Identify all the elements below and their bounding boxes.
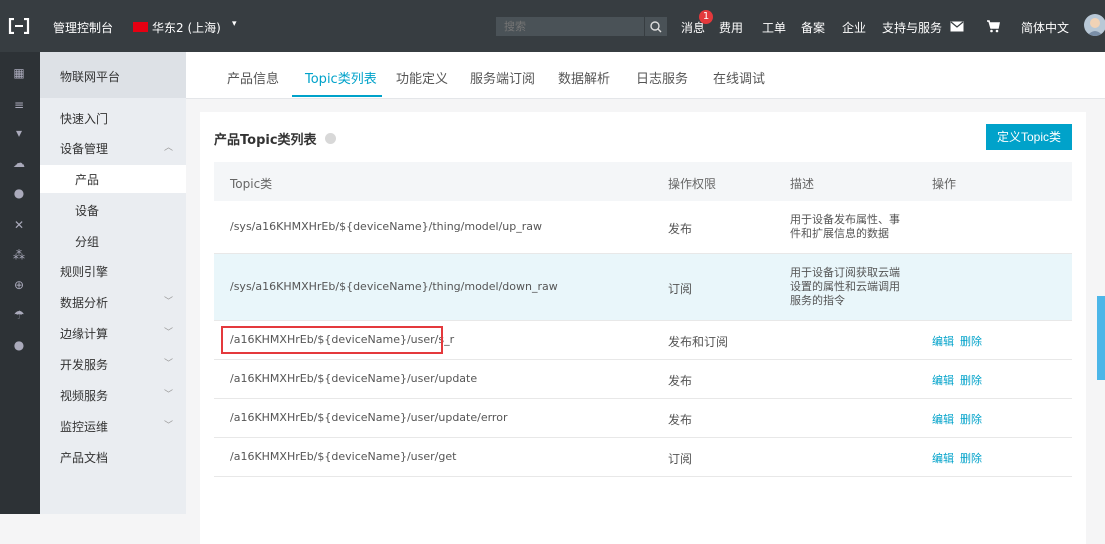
avatar[interactable] <box>1084 14 1105 36</box>
chevron-down-icon[interactable]: ﹀ <box>164 387 173 400</box>
chevron-down-icon[interactable]: ▾ <box>232 19 237 29</box>
console-link[interactable]: 管理控制台 <box>53 19 113 36</box>
sidebar-active-bg <box>40 165 186 193</box>
sidebar-item-edge-computing[interactable]: 边缘计算 <box>60 325 108 342</box>
support-link[interactable]: 支持与服务 <box>882 19 942 36</box>
grid-menu-icon[interactable]: ▦ <box>12 66 26 80</box>
user-avatar-icon <box>1087 18 1103 36</box>
tab-bar: 产品信息 Topic类列表 功能定义 服务端订阅 数据解析 日志服务 在线调试 <box>186 52 1105 99</box>
fees-link[interactable]: 费用 <box>719 19 743 36</box>
tab-log-service[interactable]: 日志服务 <box>636 68 688 87</box>
chevron-down-icon[interactable]: ﹀ <box>164 325 173 338</box>
permission-cell: 发布 <box>668 413 693 427</box>
define-topic-button[interactable]: 定义Topic类 <box>986 124 1072 150</box>
sidebar-item-video-services[interactable]: 视频服务 <box>60 387 108 404</box>
sidebar-item-device[interactable]: 设备 <box>75 202 99 219</box>
sidebar-item-group[interactable]: 分组 <box>75 233 99 250</box>
product-icon-bar: ▦ ≡ ▾ ☁ ● ✕ ⁂ ⊕ ☂ ● <box>0 52 40 514</box>
sidebar-title: 物联网平台 <box>60 70 121 84</box>
mail-icon[interactable] <box>950 21 964 32</box>
chevron-up-icon[interactable]: ︿ <box>164 140 173 153</box>
permission-cell: 订阅 <box>668 452 693 466</box>
active-tab-indicator <box>292 95 382 97</box>
topic-cell: /sys/a16KHMXHrEb/${deviceName}/thing/mod… <box>230 220 543 233</box>
topic-cell: /a16KHMXHrEb/${deviceName}/user/update <box>230 372 478 385</box>
table-row: /a16KHMXHrEb/${deviceName}/user/update 发… <box>214 360 1072 399</box>
aliyun-logo-icon[interactable] <box>8 18 30 34</box>
chevron-down-icon[interactable]: ﹀ <box>164 294 173 307</box>
topic-cell: /a16KHMXHrEb/${deviceName}/user/get <box>230 450 457 463</box>
globe-icon[interactable]: ⊕ <box>12 278 26 292</box>
column-header-actions: 操作 <box>932 177 957 191</box>
sidebar-item-docs[interactable]: 产品文档 <box>60 449 108 466</box>
main-content: 产品信息 Topic类列表 功能定义 服务端订阅 数据解析 日志服务 在线调试 … <box>186 52 1105 544</box>
sidebar-header: 物联网平台 <box>40 52 186 98</box>
network-icon[interactable]: ⁂ <box>12 248 26 262</box>
region-selector[interactable]: 华东2 (上海) <box>152 19 221 36</box>
table-row: /a16KHMXHrEb/${deviceName}/user/get 订阅 编… <box>214 438 1072 477</box>
description-cell: 用于设备订阅获取云端设置的属性和云端调用服务的指令 <box>790 266 900 307</box>
table-row: /a16KHMXHrEb/${deviceName}/user/update/e… <box>214 399 1072 438</box>
sidebar-item-monitoring[interactable]: 监控运维 <box>60 418 108 435</box>
column-header-description: 描述 <box>790 177 815 191</box>
cdn-icon[interactable]: ☂ <box>12 308 26 322</box>
permission-cell: 订阅 <box>668 282 693 296</box>
column-header-topic: Topic类 <box>230 177 273 191</box>
search-input[interactable] <box>496 17 644 36</box>
cross-tools-icon[interactable]: ✕ <box>12 218 26 232</box>
enterprise-link[interactable]: 企业 <box>842 19 866 36</box>
edit-link[interactable]: 编辑 <box>932 411 954 427</box>
sidebar-item-quickstart[interactable]: 快速入门 <box>60 110 108 127</box>
delete-link[interactable]: 删除 <box>960 333 982 349</box>
permission-cell: 发布和订阅 <box>668 335 729 349</box>
sidebar-item-product[interactable]: 产品 <box>75 171 99 188</box>
topic-cell: /a16KHMXHrEb/${deviceName}/user/update/e… <box>230 411 508 424</box>
table-header: Topic类 操作权限 描述 操作 <box>214 162 1072 201</box>
sidebar-item-rules-engine[interactable]: 规则引擎 <box>60 263 108 280</box>
permission-cell: 发布 <box>668 222 693 236</box>
tickets-link[interactable]: 工单 <box>762 19 786 36</box>
search-icon <box>650 21 662 33</box>
table-row: /sys/a16KHMXHrEb/${deviceName}/thing/mod… <box>214 201 1072 254</box>
language-selector[interactable]: 简体中文 <box>1021 19 1069 36</box>
message-count-badge: 1 <box>699 10 713 24</box>
description-cell: 用于设备发布属性、事件和扩展信息的数据 <box>790 213 900 240</box>
topic-cell: /sys/a16KHMXHrEb/${deviceName}/thing/mod… <box>230 280 558 293</box>
edit-link[interactable]: 编辑 <box>932 450 954 466</box>
search-button[interactable] <box>644 17 667 36</box>
sidebar-item-device-management[interactable]: 设备管理 <box>60 140 108 157</box>
tab-product-info[interactable]: 产品信息 <box>227 68 279 87</box>
cloud-icon[interactable]: ☁ <box>12 156 26 170</box>
tab-data-parsing[interactable]: 数据解析 <box>558 68 610 87</box>
edit-link[interactable]: 编辑 <box>932 372 954 388</box>
beian-link[interactable]: 备案 <box>801 19 825 36</box>
tab-server-subscription[interactable]: 服务端订阅 <box>470 68 535 87</box>
edit-link[interactable]: 编辑 <box>932 333 954 349</box>
table-row: /sys/a16KHMXHrEb/${deviceName}/thing/mod… <box>214 254 1072 321</box>
china-flag-icon <box>133 22 148 32</box>
tab-online-debug[interactable]: 在线调试 <box>713 68 765 87</box>
delete-link[interactable]: 删除 <box>960 411 982 427</box>
delete-link[interactable]: 删除 <box>960 450 982 466</box>
tab-topic-list[interactable]: Topic类列表 <box>305 68 377 87</box>
floating-feedback-tab[interactable] <box>1097 296 1105 380</box>
help-icon[interactable] <box>325 133 336 144</box>
database-icon[interactable]: ● <box>12 186 26 200</box>
delete-link[interactable]: 删除 <box>960 372 982 388</box>
chevron-down-icon[interactable]: ﹀ <box>164 418 173 431</box>
permission-cell: 发布 <box>668 374 693 388</box>
tab-feature-definition[interactable]: 功能定义 <box>396 68 448 87</box>
chevron-down-icon[interactable]: ﹀ <box>164 356 173 369</box>
sidebar-item-dev-services[interactable]: 开发服务 <box>60 356 108 373</box>
shield-icon[interactable]: ▾ <box>12 126 26 140</box>
cart-icon[interactable] <box>986 19 1000 33</box>
circle-icon[interactable]: ● <box>12 338 26 352</box>
column-header-permission: 操作权限 <box>668 177 717 191</box>
list-icon[interactable]: ≡ <box>12 98 26 112</box>
top-navbar: 管理控制台 华东2 (上海) ▾ 消息 1 费用 工单 备案 企业 支持与服务 … <box>0 0 1105 52</box>
card-title: 产品Topic类列表 <box>214 133 317 148</box>
highlight-annotation-box <box>221 326 443 354</box>
sidebar-item-data-analysis[interactable]: 数据分析 <box>60 294 108 311</box>
